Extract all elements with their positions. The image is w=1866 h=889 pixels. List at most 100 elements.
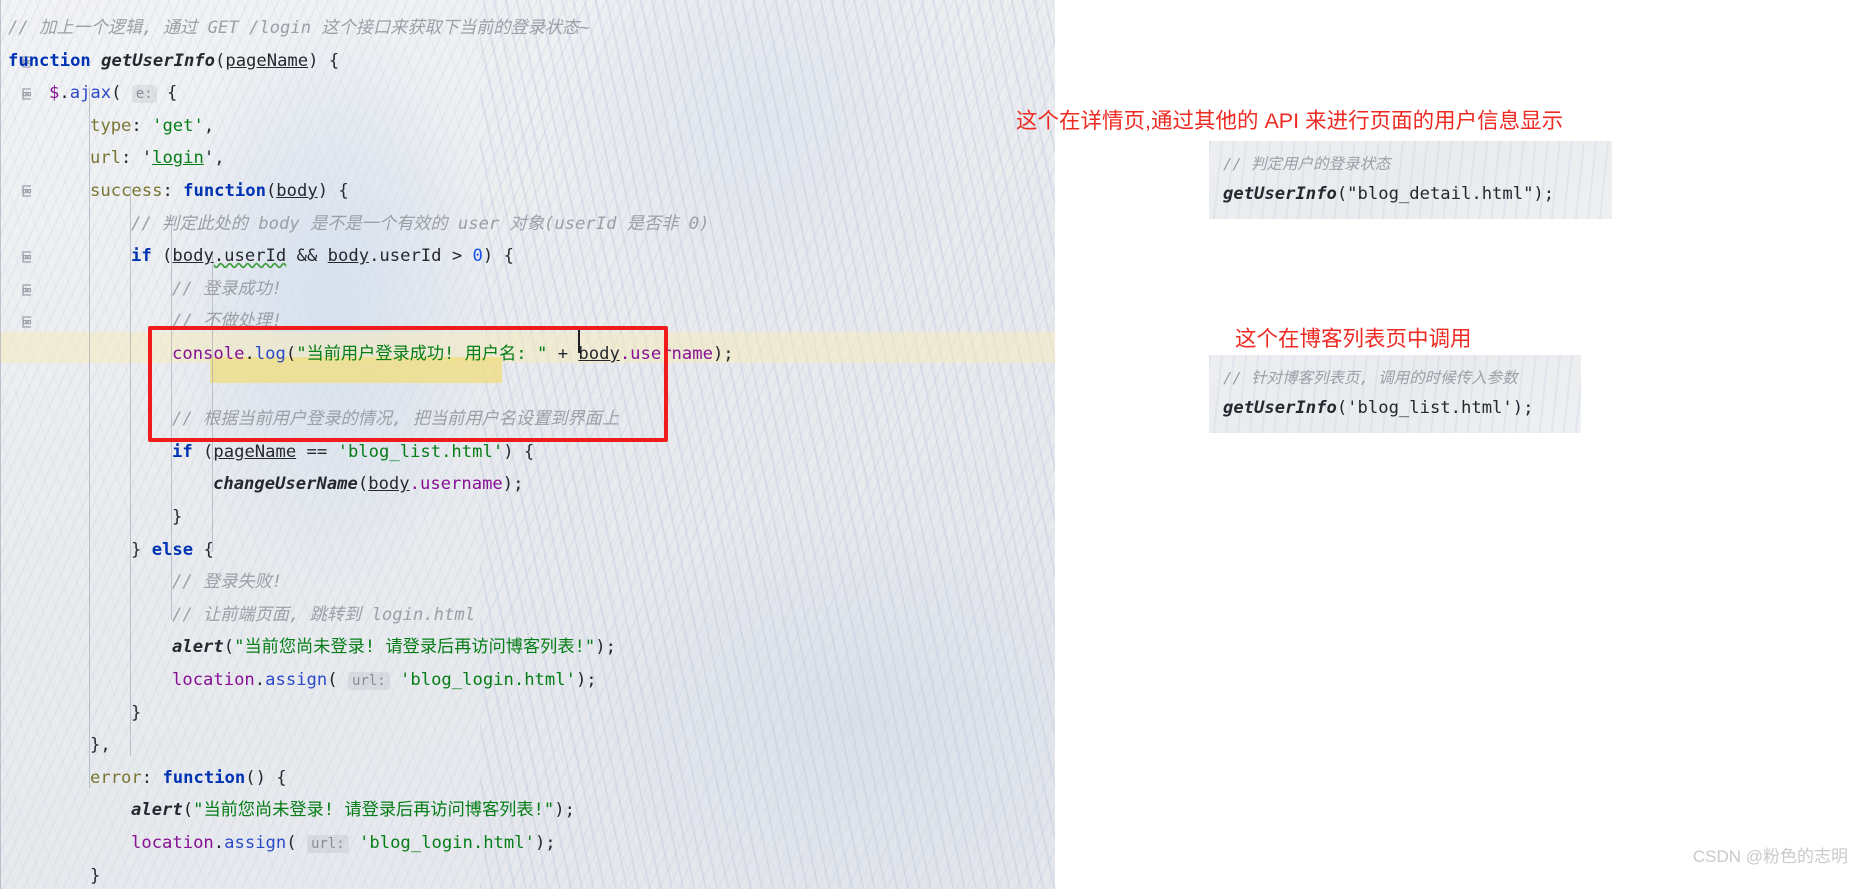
- code-token: .userId >: [369, 246, 473, 267]
- code-token: function: [162, 767, 246, 788]
- code-token: function: [183, 181, 266, 201]
- code-line[interactable]: console.log("当前用户登录成功! 用户名: " + body.use…: [172, 338, 734, 371]
- code-token: .username: [409, 474, 503, 495]
- code-token: changeUserName: [213, 474, 358, 495]
- code-line[interactable]: // 不做处理!: [172, 305, 282, 338]
- csdn-watermark: CSDN @粉色的志明: [1692, 847, 1848, 866]
- code-token: location: [172, 670, 255, 690]
- code-token: assign: [265, 670, 328, 690]
- code-line[interactable]: location.assign( url: 'blog_login.html')…: [172, 664, 597, 698]
- code-token: {: [193, 539, 214, 560]
- code-line[interactable]: }: [90, 860, 100, 889]
- code-token: // 根据当前用户登录的情况, 把当前用户名设置到界面上: [172, 409, 620, 430]
- code-token: ',: [203, 148, 225, 169]
- code-token: alert: [131, 800, 183, 821]
- code-token: 'blog_login.html': [359, 833, 535, 853]
- code-token: (: [357, 474, 369, 495]
- code-token: );: [502, 474, 524, 495]
- code-token: e:: [131, 85, 157, 104]
- code-token: (: [111, 83, 132, 104]
- code-token: pageName: [225, 50, 309, 71]
- code-token: .: [254, 670, 266, 690]
- code-token: // 不做处理!: [172, 311, 283, 332]
- screenshot-root: // 加上一个逻辑, 通过 GET /login 这个接口来获取下当前的登录状态…: [0, 0, 1866, 889]
- code-token: ajax: [69, 83, 112, 104]
- code-token: :: [162, 181, 184, 201]
- code-token: // 加上一个逻辑, 通过 GET /login 这个接口来获取下当前的登录状态…: [8, 18, 590, 38]
- annotation-notes-pane: 这个在详情页,通过其他的 API 来进行页面的用户信息显示 // 判定用户的登录…: [1016, 0, 1866, 889]
- code-token: .: [213, 833, 225, 853]
- note-1-function-args: ("blog_detail.html");: [1336, 184, 1555, 204]
- code-token: log: [254, 344, 286, 364]
- code-line[interactable]: // 判定此处的 body 是不是一个有效的 user 对象(userId 是否…: [131, 208, 709, 241]
- code-token: }: [90, 865, 101, 886]
- code-token: }: [131, 702, 142, 723]
- code-token: // 让前端页面, 跳转到 login.html: [172, 604, 476, 625]
- code-token: (: [265, 181, 277, 201]
- code-token: 'get': [152, 115, 204, 136]
- note-2-function-name: getUserInfo: [1223, 398, 1337, 418]
- code-line[interactable]: alert("当前您尚未登录! 请登录后再访问博客列表!");: [172, 631, 616, 664]
- code-token: .: [59, 83, 70, 104]
- code-line[interactable]: }: [172, 501, 182, 534]
- code-line[interactable]: // 登录失败!: [172, 566, 282, 599]
- code-token: ,: [203, 115, 215, 136]
- code-line[interactable]: url: 'login',: [90, 142, 225, 175]
- code-token: location: [131, 833, 214, 853]
- code-line[interactable]: // 加上一个逻辑, 通过 GET /login 这个接口来获取下当前的登录状态…: [8, 12, 590, 45]
- code-token: function: [8, 50, 91, 71]
- code-token: ) {: [308, 50, 340, 71]
- code-token: if: [172, 441, 193, 462]
- code-token: (: [151, 246, 173, 267]
- note-1-comment: // 判定用户的登录状态: [1223, 155, 1391, 173]
- code-token: body: [327, 246, 370, 267]
- code-line[interactable]: }: [131, 697, 141, 730]
- code-token: console: [172, 344, 245, 364]
- code-token: ) {: [482, 246, 514, 267]
- code-token: ) {: [317, 181, 349, 201]
- code-line[interactable]: alert("当前您尚未登录! 请登录后再访问博客列表!");: [131, 794, 575, 827]
- note-2-snippet: // 针对博客列表页, 调用的时候传入参数 getUserInfo('blog_…: [1209, 355, 1581, 433]
- code-line[interactable]: location.assign( url: 'blog_login.html')…: [131, 827, 556, 861]
- code-line[interactable]: changeUserName(body.username);: [213, 468, 523, 501]
- code-text[interactable]: // 加上一个逻辑, 通过 GET /login 这个接口来获取下当前的登录状态…: [0, 0, 1055, 889]
- code-token: );: [534, 833, 556, 853]
- code-token: );: [554, 800, 575, 821]
- code-token: alert: [172, 637, 224, 658]
- code-token: .username: [619, 344, 713, 364]
- code-token: },: [90, 735, 111, 756]
- code-token: "当前您尚未登录! 请登录后再访问博客列表!": [234, 637, 596, 658]
- code-token: type: [90, 115, 132, 136]
- code-line[interactable]: } else {: [131, 534, 214, 567]
- code-line[interactable]: if (body.userId && body.userId > 0) {: [131, 240, 514, 273]
- code-token: else: [151, 539, 194, 560]
- code-line[interactable]: // 让前端页面, 跳转到 login.html: [172, 599, 475, 632]
- code-token: :: [121, 148, 142, 169]
- code-token: getUserInfo: [101, 50, 215, 71]
- code-token: (: [285, 344, 297, 364]
- code-line[interactable]: },: [90, 729, 111, 762]
- note-2-title: 这个在博客列表页中调用: [1235, 327, 1472, 351]
- code-line[interactable]: function getUserInfo(pageName) {: [8, 45, 339, 78]
- code-token: (: [182, 800, 194, 821]
- code-token: assign: [224, 833, 287, 853]
- code-line[interactable]: if (pageName == 'blog_list.html') {: [172, 436, 534, 469]
- code-line[interactable]: // 登录成功!: [172, 273, 282, 306]
- code-token: .userId: [213, 246, 287, 267]
- code-token: );: [575, 670, 597, 690]
- code-token: body: [172, 246, 214, 267]
- code-token: (: [223, 637, 235, 658]
- code-line[interactable]: // 根据当前用户登录的情况, 把当前用户名设置到界面上: [172, 403, 619, 436]
- code-token: +: [547, 344, 579, 364]
- code-token: body: [578, 344, 620, 364]
- code-editor-pane[interactable]: // 加上一个逻辑, 通过 GET /login 这个接口来获取下当前的登录状态…: [0, 0, 1055, 889]
- code-token: );: [595, 637, 616, 658]
- code-line[interactable]: error: function() {: [90, 762, 287, 795]
- code-line[interactable]: success: function(body) {: [90, 175, 349, 208]
- code-token: body: [276, 181, 318, 201]
- note-2-function-args: ('blog_list.html');: [1336, 398, 1534, 418]
- code-line[interactable]: type: 'get',: [90, 110, 214, 143]
- code-line[interactable]: $.ajax( e: {: [49, 77, 177, 111]
- code-token: ) {: [503, 441, 535, 462]
